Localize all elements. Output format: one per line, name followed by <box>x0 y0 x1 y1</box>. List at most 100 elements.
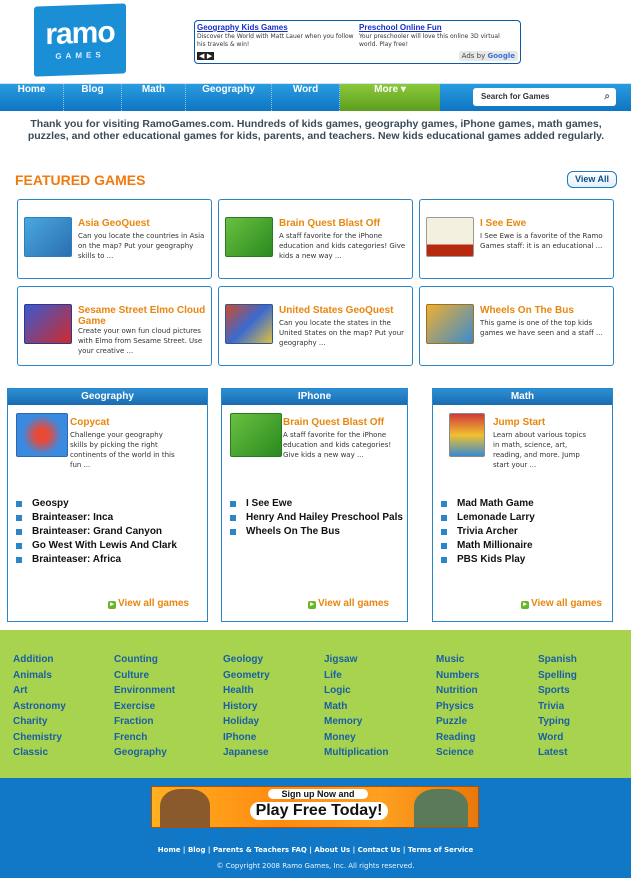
footer-link-contact[interactable]: Contact Us <box>358 846 401 854</box>
ad-title[interactable]: Preschool Online Fun <box>359 23 517 33</box>
game-title[interactable]: Jump Start <box>493 417 545 428</box>
footer-link-terms[interactable]: Terms of Service <box>408 846 473 854</box>
game-thumbnail[interactable] <box>230 413 282 457</box>
nav-word[interactable]: Word <box>272 84 340 111</box>
category-link[interactable]: Memory <box>324 714 388 730</box>
list-item[interactable]: Brainteaser: Inca <box>16 511 177 525</box>
category-link[interactable]: Spanish <box>538 652 577 668</box>
featured-card[interactable]: Wheels On The Bus This game is one of th… <box>419 286 614 366</box>
category-link[interactable]: Geology <box>223 652 270 668</box>
category-link[interactable]: Spelling <box>538 668 577 684</box>
game-thumbnail[interactable] <box>24 304 72 344</box>
category-link[interactable]: Numbers <box>436 668 479 684</box>
search-input[interactable]: Search for Games ⌕ <box>473 88 616 106</box>
category-link[interactable]: Geography <box>114 745 175 761</box>
category-link[interactable]: Art <box>13 683 66 699</box>
list-item[interactable]: Henry And Hailey Preschool Pals <box>230 511 403 525</box>
category-link[interactable]: Environment <box>114 683 175 699</box>
category-link[interactable]: Exercise <box>114 699 175 715</box>
category-link[interactable]: Math <box>324 699 388 715</box>
category-link[interactable]: Chemistry <box>13 730 66 746</box>
game-thumbnail[interactable] <box>225 304 273 344</box>
signup-banner[interactable]: Sign up Now and Play Free Today! <box>151 786 479 828</box>
category-link[interactable]: Japanese <box>223 745 270 761</box>
footer-link-about[interactable]: About Us <box>314 846 350 854</box>
category-link[interactable]: Charity <box>13 714 66 730</box>
ads-by-google[interactable]: Ads by Google <box>458 51 518 61</box>
category-link[interactable]: Logic <box>324 683 388 699</box>
category-link[interactable]: Physics <box>436 699 479 715</box>
category-link[interactable]: Typing <box>538 714 577 730</box>
game-title[interactable]: Copycat <box>70 417 109 428</box>
ramo-logo[interactable]: ramo GAMES <box>34 3 126 77</box>
list-item[interactable]: PBS Kids Play <box>441 553 535 567</box>
list-item[interactable]: Brainteaser: Grand Canyon <box>16 525 177 539</box>
nav-geography[interactable]: Geography <box>186 84 272 111</box>
game-thumbnail[interactable] <box>449 413 485 457</box>
featured-card[interactable]: Sesame Street Elmo Cloud Game Create you… <box>17 286 212 366</box>
footer-link-home[interactable]: Home <box>158 846 181 854</box>
category-link[interactable]: History <box>223 699 270 715</box>
game-thumbnail[interactable] <box>225 217 273 257</box>
category-link[interactable]: Animals <box>13 668 66 684</box>
category-link[interactable]: Jigsaw <box>324 652 388 668</box>
category-link[interactable]: Health <box>223 683 270 699</box>
category-link[interactable]: IPhone <box>223 730 270 746</box>
category-link[interactable]: Puzzle <box>436 714 479 730</box>
list-item[interactable]: Wheels On The Bus <box>230 525 403 539</box>
featured-card[interactable]: United States GeoQuest Can you locate th… <box>218 286 413 366</box>
category-link[interactable]: Holiday <box>223 714 270 730</box>
category-link[interactable]: Classic <box>13 745 66 761</box>
category-link[interactable]: Counting <box>114 652 175 668</box>
footer-link-faq[interactable]: Parents & Teachers FAQ <box>213 846 307 854</box>
category-link[interactable]: Addition <box>13 652 66 668</box>
category-link[interactable]: Sports <box>538 683 577 699</box>
game-thumbnail[interactable] <box>16 413 68 457</box>
nav-blog[interactable]: Blog <box>64 84 122 111</box>
view-all-button[interactable]: View All <box>567 171 617 188</box>
featured-card[interactable]: I See Ewe I See Ewe is a favorite of the… <box>419 199 614 279</box>
list-item[interactable]: Math Millionaire <box>441 539 535 553</box>
category-link[interactable]: Life <box>324 668 388 684</box>
category-link[interactable]: Fraction <box>114 714 175 730</box>
footer-link-blog[interactable]: Blog <box>188 846 206 854</box>
game-thumbnail[interactable] <box>426 304 474 344</box>
category-link[interactable]: Money <box>324 730 388 746</box>
featured-card[interactable]: Asia GeoQuest Can you locate the countri… <box>17 199 212 279</box>
view-all-games-link[interactable]: ▸ View all games <box>308 598 389 609</box>
nav-home[interactable]: Home <box>0 84 64 111</box>
list-item[interactable]: Brainteaser: Africa <box>16 553 177 567</box>
category-link[interactable]: French <box>114 730 175 746</box>
nav-math[interactable]: Math <box>122 84 186 111</box>
ad-item[interactable]: Geography Kids Games Discover the World … <box>197 23 355 49</box>
category-link[interactable]: Word <box>538 730 577 746</box>
list-item[interactable]: Go West With Lewis And Clark <box>16 539 177 553</box>
category-link[interactable]: Geometry <box>223 668 270 684</box>
list-item[interactable]: Lemonade Larry <box>441 511 535 525</box>
list-item[interactable]: Geospy <box>16 497 177 511</box>
list-item[interactable]: I See Ewe <box>230 497 403 511</box>
list-item[interactable]: Mad Math Game <box>441 497 535 511</box>
category-link[interactable]: Multiplication <box>324 745 388 761</box>
game-thumbnail[interactable] <box>24 217 72 257</box>
game-title[interactable]: Sesame Street Elmo Cloud Game <box>78 305 206 327</box>
view-all-games-link[interactable]: ▸ View all games <box>108 598 189 609</box>
game-title[interactable]: Brain Quest Blast Off <box>279 218 407 229</box>
category-link[interactable]: Latest <box>538 745 577 761</box>
ad-title[interactable]: Geography Kids Games <box>197 23 355 33</box>
category-link[interactable]: Nutrition <box>436 683 479 699</box>
view-all-games-link[interactable]: ▸ View all games <box>521 598 602 609</box>
category-link[interactable]: Reading <box>436 730 479 746</box>
ad-item[interactable]: Preschool Online Fun Your preschooler wi… <box>359 23 517 49</box>
game-title[interactable]: I See Ewe <box>480 218 608 229</box>
category-link[interactable]: Music <box>436 652 479 668</box>
category-link[interactable]: Astronomy <box>13 699 66 715</box>
game-title[interactable]: Wheels On The Bus <box>480 305 608 316</box>
search-icon[interactable]: ⌕ <box>604 88 610 106</box>
game-title[interactable]: Brain Quest Blast Off <box>283 417 384 428</box>
game-title[interactable]: United States GeoQuest <box>279 305 407 316</box>
category-link[interactable]: Trivia <box>538 699 577 715</box>
nav-more[interactable]: More ▾ <box>340 84 440 111</box>
category-link[interactable]: Culture <box>114 668 175 684</box>
ad-nav-arrows[interactable]: ◀ ▶ <box>197 52 215 60</box>
